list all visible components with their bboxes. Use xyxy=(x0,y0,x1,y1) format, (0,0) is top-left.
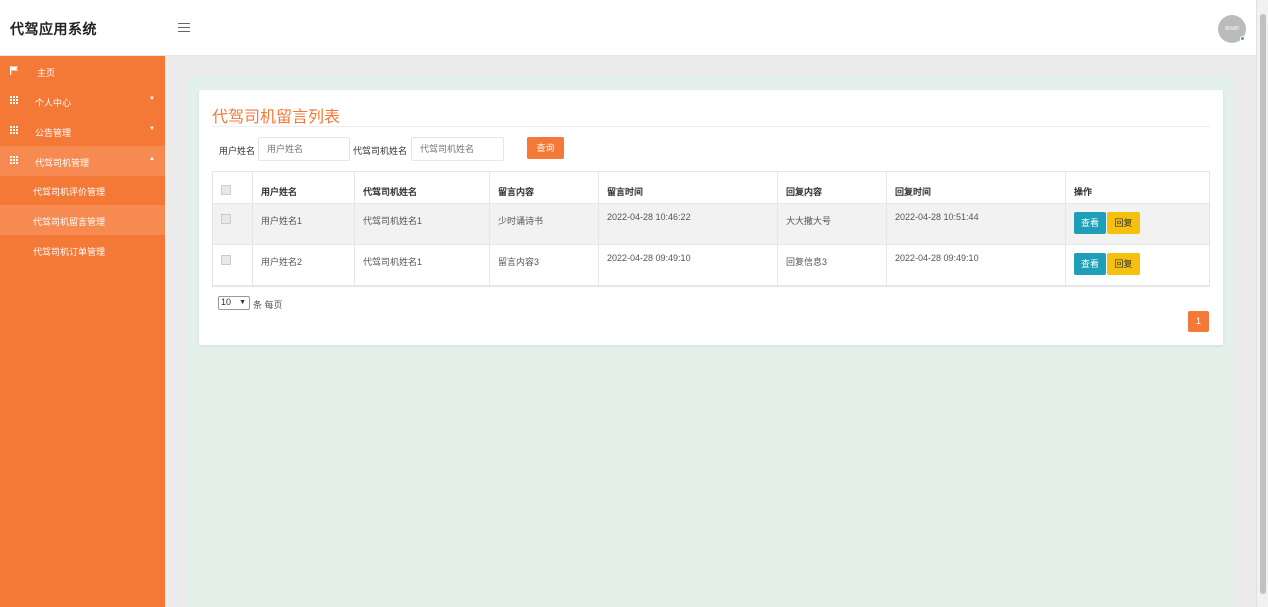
page-size-select[interactable]: 10 ▼ xyxy=(218,296,250,310)
cell-message: 少时诵诗书 xyxy=(490,204,599,245)
user-name-label: 用户姓名 xyxy=(219,146,256,156)
app-title: 代驾应用系统 xyxy=(10,21,97,37)
chevron-up-icon: ▲ xyxy=(149,156,155,162)
cell-message-time: 2022-04-28 09:49:10 xyxy=(599,245,778,286)
driver-name-input[interactable] xyxy=(411,137,504,161)
sidebar-item-personal-center[interactable]: 个人中心 ▼ xyxy=(0,86,165,116)
sidebar-subitem-label: 代驾司机评价管理 xyxy=(33,187,106,197)
cell-reply-time: 2022-04-28 10:51:44 xyxy=(887,204,1066,245)
sidebar-item-announcements[interactable]: 公告管理 ▼ xyxy=(0,116,165,146)
sidebar-item-driver-management[interactable]: 代驾司机管理 ▲ xyxy=(0,146,165,176)
title-divider xyxy=(212,126,1210,127)
cell-reply: 大大撒大号 xyxy=(778,204,887,245)
row-checkbox-cell xyxy=(213,204,253,245)
sidebar-subitem-driver-messages[interactable]: 代驾司机留言管理 xyxy=(0,205,165,235)
messages-table: 用户姓名 代驾司机姓名 留言内容 留言时间 回复内容 回复时间 操作 用户姓名1… xyxy=(212,171,1210,287)
grid-icon xyxy=(10,96,18,104)
header-cell: 操作 xyxy=(1066,172,1209,204)
chevron-down-icon: ▼ xyxy=(239,299,246,306)
page-number-button[interactable]: 1 xyxy=(1188,311,1209,332)
sidebar-subitem-driver-reviews[interactable]: 代驾司机评价管理 xyxy=(0,175,165,205)
sidebar-subitem-driver-orders[interactable]: 代驾司机订单管理 xyxy=(0,235,165,265)
row-checkbox-cell xyxy=(213,245,253,286)
list-card: 代驾司机留言列表 用户姓名 代驾司机姓名 查询 用户姓名 代驾司机姓名 留言内容… xyxy=(199,90,1223,345)
hamburger-icon[interactable] xyxy=(178,23,190,32)
cell-user: 用户姓名1 xyxy=(253,204,355,245)
cell-message-time: 2022-04-28 10:46:22 xyxy=(599,204,778,245)
sidebar-item-label: 公告管理 xyxy=(35,128,72,138)
table-row: 用户姓名2 代驾司机姓名1 留言内容3 2022-04-28 09:49:10 … xyxy=(213,245,1209,286)
main-content: 代驾司机留言列表 用户姓名 代驾司机姓名 查询 用户姓名 代驾司机姓名 留言内容… xyxy=(165,56,1256,607)
header-cell: 回复时间 xyxy=(887,172,1066,204)
avatar-placeholder-text: 80x80 xyxy=(1225,26,1239,32)
avatar[interactable]: 80x80 xyxy=(1218,15,1246,43)
top-bar: 代驾应用系统 80x80 xyxy=(0,0,1256,56)
table-header-row: 用户姓名 代驾司机姓名 留言内容 留言时间 回复内容 回复时间 操作 xyxy=(213,172,1209,204)
header-cell: 回复内容 xyxy=(778,172,887,204)
page-size-label: 条 每页 xyxy=(253,300,283,310)
table-row: 用户姓名1 代驾司机姓名1 少时诵诗书 2022-04-28 10:46:22 … xyxy=(213,204,1209,245)
chevron-down-icon: ▼ xyxy=(149,126,155,132)
select-all-checkbox[interactable] xyxy=(221,185,231,195)
page-scrollbar[interactable] xyxy=(1256,0,1268,607)
page-size-value: 10 xyxy=(221,297,232,307)
sidebar-subitem-label: 代驾司机留言管理 xyxy=(33,217,106,227)
sidebar-item-home[interactable]: 主页 xyxy=(0,56,165,86)
view-button[interactable]: 查看 xyxy=(1074,212,1106,234)
scrollbar-thumb[interactable] xyxy=(1260,14,1266,594)
grid-icon xyxy=(10,156,18,164)
row-checkbox[interactable] xyxy=(221,214,231,224)
cell-actions: 查看 回复 xyxy=(1066,245,1209,286)
header-checkbox-cell xyxy=(213,172,253,204)
reply-button[interactable]: 回复 xyxy=(1107,253,1140,275)
grid-icon xyxy=(10,126,18,134)
cell-driver: 代驾司机姓名1 xyxy=(355,204,490,245)
online-status-dot xyxy=(1240,36,1245,41)
sidebar-item-label: 主页 xyxy=(37,68,56,78)
header-cell: 用户姓名 xyxy=(253,172,355,204)
flag-icon xyxy=(10,66,18,75)
page-title: 代驾司机留言列表 xyxy=(212,109,341,126)
driver-name-label: 代驾司机姓名 xyxy=(353,146,408,156)
header-cell: 留言时间 xyxy=(599,172,778,204)
reply-button[interactable]: 回复 xyxy=(1107,212,1140,234)
sidebar-subitem-label: 代驾司机订单管理 xyxy=(33,247,106,257)
view-button[interactable]: 查看 xyxy=(1074,253,1106,275)
cell-driver: 代驾司机姓名1 xyxy=(355,245,490,286)
user-name-input[interactable] xyxy=(258,137,350,161)
cell-message: 留言内容3 xyxy=(490,245,599,286)
row-checkbox[interactable] xyxy=(221,255,231,265)
sidebar-item-label: 个人中心 xyxy=(35,98,72,108)
sidebar-item-label: 代驾司机管理 xyxy=(35,158,90,168)
search-button[interactable]: 查询 xyxy=(527,137,564,159)
sidebar: 主页 个人中心 ▼ 公告管理 ▼ 代驾司机管理 ▲ 代驾司机评价管理 代驾司机留… xyxy=(0,56,165,607)
cell-actions: 查看 回复 xyxy=(1066,204,1209,245)
header-cell: 留言内容 xyxy=(490,172,599,204)
cell-user: 用户姓名2 xyxy=(253,245,355,286)
cell-reply: 回复信息3 xyxy=(778,245,887,286)
header-cell: 代驾司机姓名 xyxy=(355,172,490,204)
chevron-down-icon: ▼ xyxy=(149,96,155,102)
cell-reply-time: 2022-04-28 09:49:10 xyxy=(887,245,1066,286)
